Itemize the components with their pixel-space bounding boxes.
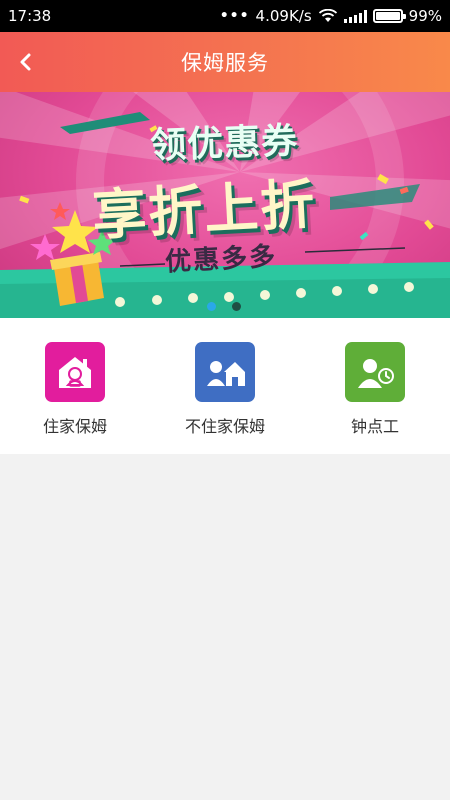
app-header: 保姆服务 <box>0 32 450 92</box>
status-bar: 17:38 ••• 4.09K/s 99% <box>0 0 450 32</box>
hourly-worker-icon <box>345 342 405 402</box>
home-nanny-icon <box>45 342 105 402</box>
status-time: 17:38 <box>8 7 52 25</box>
page-title: 保姆服务 <box>181 51 269 75</box>
banner-line-2: 享折上折 <box>90 172 318 248</box>
service-live-in-nanny[interactable]: 住家保姆 <box>0 318 150 454</box>
more-dots-icon: ••• <box>219 8 250 24</box>
content-empty-area <box>0 454 450 800</box>
status-right: ••• 4.09K/s 99% <box>220 7 442 25</box>
banner-line-3: 优惠多多 <box>164 241 278 278</box>
network-speed: 4.09K/s <box>255 7 312 25</box>
back-button[interactable] <box>6 42 46 82</box>
promo-banner[interactable]: 领优惠券 享折上折 优惠多多 <box>0 92 450 318</box>
chevron-left-icon <box>20 53 31 71</box>
service-hourly-worker[interactable]: 钟点工 <box>300 318 450 454</box>
signal-icon <box>343 9 367 23</box>
battery-percent: 99% <box>408 7 442 25</box>
service-label: 钟点工 <box>350 417 399 436</box>
banner-page-indicator[interactable] <box>207 302 241 311</box>
service-grid: 住家保姆 不住家保姆 钟点工 <box>0 318 450 454</box>
indicator-dot-active[interactable] <box>207 302 216 311</box>
service-label: 不住家保姆 <box>184 417 265 436</box>
visiting-nanny-icon <box>195 342 255 402</box>
battery-icon <box>372 9 406 23</box>
wifi-icon <box>318 9 337 22</box>
service-label: 住家保姆 <box>42 417 107 436</box>
indicator-dot[interactable] <box>232 302 241 311</box>
service-live-out-nanny[interactable]: 不住家保姆 <box>150 318 300 454</box>
